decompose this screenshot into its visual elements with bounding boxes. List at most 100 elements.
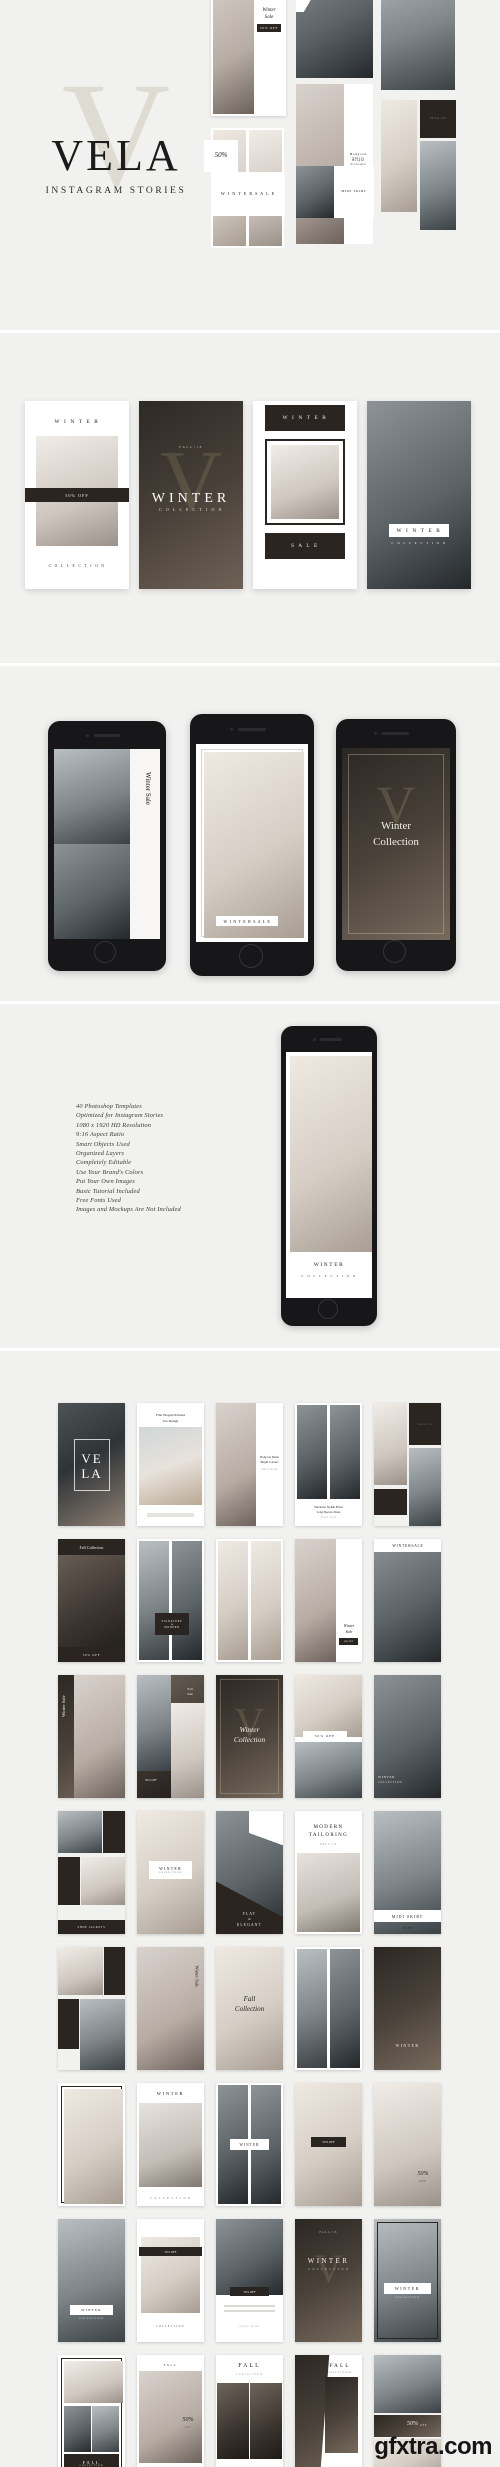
grid-card-badge: 50% OFF [139, 2247, 202, 2256]
grid-card[interactable]: FALL/18 V WINTER C O L L E C T I O N [295, 2219, 362, 2342]
grid-card[interactable]: MODERN TAILORING FALL/18 [295, 1811, 362, 1934]
grid-card-sub: COLLECTION [328, 2372, 352, 2374]
grid-card[interactable]: Fall Collection 50% OFF [58, 1539, 125, 1662]
hero-section: V VELA INSTAGRAM STORIES Winter Sale 50%… [0, 0, 500, 330]
grid-card-sub: COLLECTION [79, 2464, 104, 2467]
phone-mockup-2: W I N T E R S A L E [190, 714, 314, 976]
grid-card-sub: SHOP NOW [320, 1517, 337, 1519]
grid-card-bottom-bar-box: FALL COLLECTION [64, 2454, 119, 2467]
hero-tile-midi-skirt: MIDI SKIRT [296, 166, 374, 218]
grid-card-badge: 50% OFF [311, 2137, 346, 2147]
grid-card[interactable]: MIDI SKIRT 50% OFF [374, 1811, 441, 1934]
phone-mockup-feature: WINTER C O L L E C T I O N [281, 1026, 377, 1326]
grid-card-band: W I N T E R S A L E [374, 1539, 441, 1552]
grid-card[interactable]: FALL COLLECTION [216, 2355, 283, 2467]
template-card-3: W I N T E R S A L E [253, 401, 357, 589]
watermark: gfxtra.com [374, 2433, 492, 2460]
template-grid-section: VE LA Flair Elegant Pointed Toe Design B… [0, 1351, 500, 2467]
grid-card-badge-l2: OFF [419, 2180, 427, 2183]
phone-3-caption-line1: Winter [380, 820, 412, 832]
grid-card[interactable]: VELA CO [374, 1403, 441, 1526]
grid-card[interactable]: W I N T E R S A L E [374, 1539, 441, 1662]
grid-card-title-l2: & [248, 1918, 251, 1921]
feature-item: Put Your Own Images [76, 1178, 135, 1186]
hero-label-vela-co: VELA CO [429, 117, 447, 120]
template-2-subtitle: C O L L E C T I O N [158, 507, 224, 512]
hero-label-midi-skirt: MIDI SKIRT [341, 189, 367, 193]
templates-section: W I N T E R 50% OFF C O L L E C T I O N … [0, 333, 500, 663]
template-card-2: V FALL/18 WINTER C O L L E C T I O N [139, 401, 243, 589]
feature-item: Free Fonts Used [76, 1197, 121, 1205]
phone-mockups-section: Winter Sale W I N T E R S A L E V Winter… [0, 666, 500, 1001]
grid-card[interactable] [58, 1947, 125, 2070]
feature-item: Basic Tutorial Included [76, 1187, 140, 1195]
grid-card[interactable]: Wardrobe Stylish Fitted Long Sleeves Dre… [295, 1403, 362, 1526]
grid-card[interactable] [58, 2083, 125, 2206]
grid-card[interactable] [216, 1539, 283, 1662]
grid-card[interactable]: 50% OFF COLLECTION [137, 2219, 204, 2342]
grid-card-title-l2: Collection [234, 2005, 265, 2013]
template-3-top-label: W I N T E R [265, 405, 345, 431]
grid-card[interactable]: 50% OFF [295, 2083, 362, 2206]
grid-card-badge-l1: 50% [182, 2417, 194, 2423]
grid-card[interactable]: FALL 50% OFF COLLECTION [137, 2355, 204, 2467]
grid-card[interactable]: V Winter Collection [216, 1675, 283, 1798]
hero-tile-winter-sale-wide: W I N T E R S A L E [211, 172, 285, 216]
grid-card-badge-l2: OFF [184, 2426, 192, 2429]
feature-item: 40 Photoshop Templates [76, 1103, 142, 1110]
brand-block: V VELA INSTAGRAM STORIES [26, 60, 206, 212]
template-grid: VE LA Flair Elegant Pointed Toe Design B… [58, 1403, 441, 2467]
grid-card-title-l2: Bright Colours [260, 1460, 279, 1464]
grid-card-eyebrow: FALL [163, 2363, 178, 2367]
grid-card[interactable]: WINTER COLLECTION [137, 1811, 204, 1934]
grid-card[interactable]: VE LA [58, 1403, 125, 1526]
hero-label-winter-sale-wide: W I N T E R S A L E [220, 191, 276, 196]
grid-card-title-l1: Winter [239, 1725, 260, 1734]
grid-card-badge: 50% OFF [339, 1638, 358, 1645]
grid-card[interactable]: Flair Elegant Pointed Toe Design [137, 1403, 204, 1526]
grid-card-title-l2: Collection [233, 1735, 266, 1744]
template-1-bottom-label: C O L L E C T I O N [48, 564, 106, 568]
grid-card[interactable]: 50% OFF SHOP NOW [216, 2219, 283, 2342]
grid-card[interactable]: WINTER COLLECTION [58, 2219, 125, 2342]
grid-card[interactable]: Bodycon Skirts Bright Colours SHOP NOW [216, 1403, 283, 1526]
grid-card[interactable]: SIGNATURE & MODERN [137, 1539, 204, 1662]
grid-card[interactable]: Winter Sale 50% OFF [295, 1539, 362, 1662]
feature-item: 1080 x 1920 HD Resolution [76, 1121, 152, 1129]
grid-card-badge-box: WINTER COLLECTION [149, 1861, 192, 1879]
feature-list: 40 Photoshop Templates Optimized for Ins… [76, 1102, 226, 1215]
grid-card-badge-l3: MODERN [164, 1625, 180, 1629]
grid-card[interactable]: WINTER [216, 2083, 283, 2206]
grid-card[interactable]: Fall Sale 50% OFF [137, 1675, 204, 1798]
template-4-sub-badge: C O L L E C T I O N [391, 541, 447, 545]
grid-card-sub: SHOP NOW [239, 2325, 260, 2328]
grid-card[interactable]: WINTER [374, 1947, 441, 2070]
grid-card-title-l2: TAILORING [308, 1833, 349, 1838]
grid-card[interactable]: Fall Collection [216, 1947, 283, 2070]
grid-card[interactable]: FLAT & ELEGANT [216, 1811, 283, 1934]
phone-mockup-3: V Winter Collection [336, 719, 456, 971]
grid-card-title-l1: Bodycon Skirts [260, 1455, 279, 1459]
grid-card-sub: C O L L E C T I O N [308, 2268, 349, 2271]
grid-card-title-l1: MODERN [313, 1825, 344, 1830]
template-1-top-label: W I N T E R [54, 419, 100, 425]
grid-card[interactable] [295, 1947, 362, 2070]
grid-card-sub-badge: COLLECTION [394, 2296, 420, 2299]
grid-card[interactable]: Winter Sale [137, 1947, 204, 2070]
grid-card[interactable]: 50% OFF [374, 2083, 441, 2206]
feature-item: Completely Editable [76, 1159, 132, 1167]
grid-card-badge: WINTER [384, 2283, 431, 2294]
grid-card[interactable]: WINTER COLLECTION [374, 2219, 441, 2342]
grid-card[interactable]: WINTER COLLECTION [374, 1675, 441, 1798]
grid-card[interactable]: FALL COLLECTION [58, 2355, 125, 2467]
feature-item: Optimized for Instagram Stories [76, 1112, 164, 1120]
grid-card[interactable]: FALL COLLECTION [295, 2355, 362, 2467]
grid-card[interactable]: Winter Sale [58, 1675, 125, 1798]
grid-card-title-l1: Fall [243, 1995, 256, 2003]
grid-card[interactable]: WINTER C O L L E C T I O N [137, 2083, 204, 2206]
grid-card-sub: 50% OFF [402, 1927, 413, 1930]
grid-card[interactable]: 50% OFF [295, 1675, 362, 1798]
grid-card[interactable]: SHOP JACKETS [58, 1811, 125, 1934]
product-presentation-page: V VELA INSTAGRAM STORIES Winter Sale 50%… [0, 0, 500, 2467]
section-divider-4 [0, 1348, 500, 1351]
